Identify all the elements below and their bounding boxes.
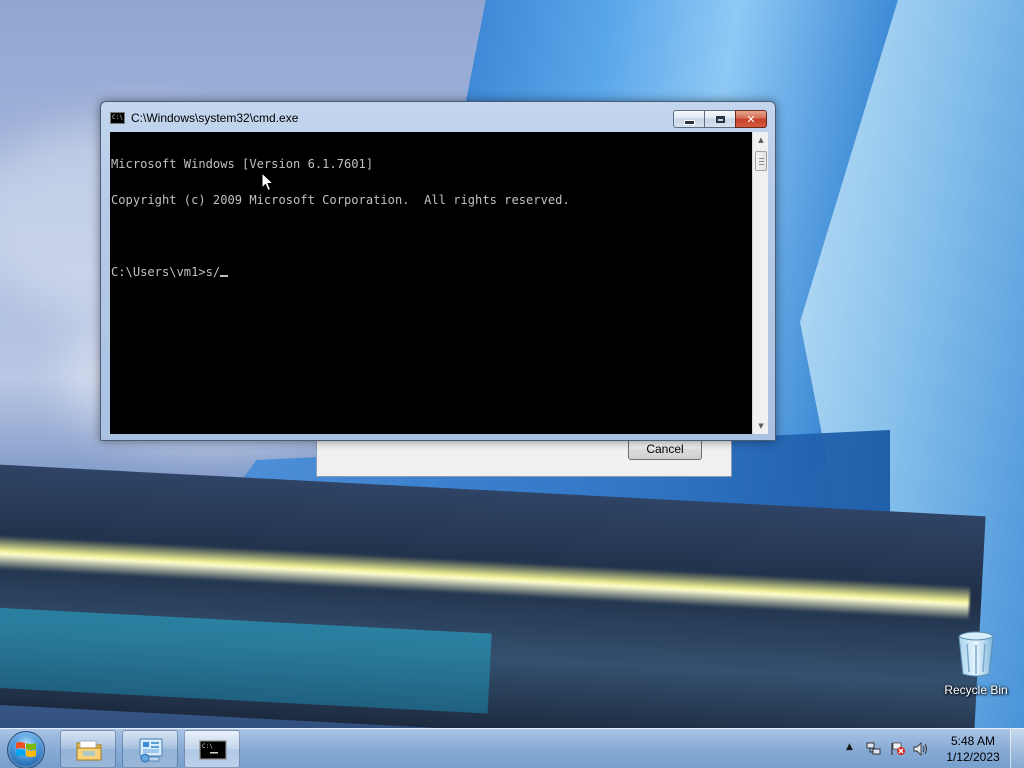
console-line: Copyright (c) 2009 Microsoft Corporation… xyxy=(111,193,570,207)
recycle-bin-shortcut[interactable]: Recycle Bin xyxy=(940,628,1012,700)
svg-text:C:\: C:\ xyxy=(202,743,213,750)
scroll-up-arrow-icon[interactable]: ▲ xyxy=(753,132,769,148)
taskbar-explorer-button[interactable] xyxy=(60,730,116,768)
cancel-button[interactable]: Cancel xyxy=(628,439,702,460)
scroll-thumb[interactable] xyxy=(755,151,767,171)
title-bar[interactable]: C:\ C:\Windows\system32\cmd.exe ✕ xyxy=(101,102,775,132)
console-prompt-line[interactable]: C:\Users\vm1>s/ xyxy=(111,266,752,278)
start-button[interactable] xyxy=(7,731,45,768)
action-center-flag-icon[interactable] xyxy=(890,742,906,756)
vertical-scrollbar[interactable]: ▲ ▼ xyxy=(752,132,768,434)
close-button[interactable]: ✕ xyxy=(735,110,767,128)
console-line: Microsoft Windows [Version 6.1.7601] xyxy=(111,157,374,171)
maximize-icon xyxy=(715,115,725,123)
show-hidden-icons-button[interactable]: ▲ xyxy=(846,742,853,752)
window-title: C:\Windows\system32\cmd.exe xyxy=(131,111,299,125)
system-clock[interactable]: 5:48 AM 1/12/2023 xyxy=(940,733,1006,765)
taskbar-cmd-button[interactable]: C:\ xyxy=(184,730,240,768)
caption-buttons: ✕ xyxy=(673,110,767,128)
recycle-bin-label: Recycle Bin xyxy=(944,683,1008,697)
mouse-pointer-icon xyxy=(261,172,275,192)
console-prompt-text: C:\Users\vm1>s/ xyxy=(111,265,221,279)
close-icon: ✕ xyxy=(746,112,756,126)
minimize-button[interactable] xyxy=(673,110,705,128)
scroll-down-arrow-icon[interactable]: ▼ xyxy=(753,418,769,434)
text-cursor xyxy=(220,275,229,277)
folder-icon xyxy=(76,740,102,761)
maximize-button[interactable] xyxy=(704,110,736,128)
clock-date: 1/12/2023 xyxy=(946,750,1000,764)
show-desktop-button[interactable] xyxy=(1010,729,1024,768)
network-icon[interactable] xyxy=(866,742,882,756)
cmd-icon[interactable]: C:\ xyxy=(110,112,125,124)
windows-logo-icon xyxy=(16,742,36,757)
recycle-bin-icon xyxy=(958,631,994,677)
cmd-icon: C:\ xyxy=(199,740,227,760)
volume-icon[interactable] xyxy=(913,742,929,756)
clock-time: 5:48 AM xyxy=(950,734,996,748)
console-output[interactable]: Microsoft Windows [Version 6.1.7601] Cop… xyxy=(110,132,752,434)
minimize-icon xyxy=(683,119,695,125)
taskbar-control-panel-button[interactable] xyxy=(122,730,178,768)
control-panel-icon xyxy=(139,738,163,763)
taskbar: C:\ ▲ 5:48 AM 1/12/2023 xyxy=(0,728,1024,768)
cmd-window[interactable]: C:\ C:\Windows\system32\cmd.exe ✕ Micros… xyxy=(100,101,776,441)
